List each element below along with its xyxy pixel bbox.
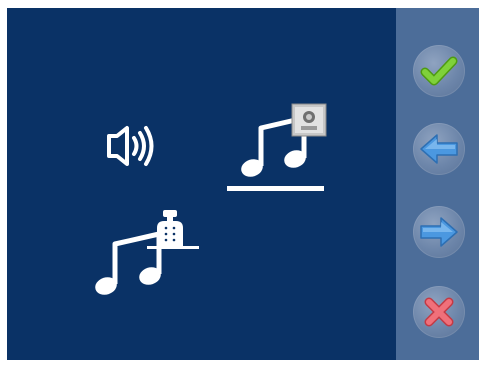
- previous-button[interactable]: [413, 123, 465, 175]
- door-camera-melody-option[interactable]: [235, 102, 335, 182]
- door-camera-icon: [291, 103, 327, 137]
- intercom-icon: [147, 210, 199, 249]
- arrow-left-icon: [420, 134, 458, 164]
- selection-underline: [227, 186, 324, 191]
- speaker-volume-icon: [107, 126, 154, 166]
- next-button[interactable]: [413, 206, 465, 258]
- options-area: [7, 8, 396, 360]
- screen-frame: [7, 8, 479, 360]
- close-icon: [424, 297, 454, 327]
- intercom-melody-option[interactable]: [89, 206, 199, 301]
- cancel-button[interactable]: [413, 286, 465, 338]
- side-menu: [396, 8, 479, 360]
- speaker-volume-option[interactable]: [103, 116, 163, 176]
- check-icon: [420, 56, 458, 86]
- arrow-right-icon: [420, 217, 458, 247]
- melody-intercom-icon: [95, 210, 199, 295]
- melody-door-camera-icon: [241, 103, 327, 177]
- confirm-button[interactable]: [413, 45, 465, 97]
